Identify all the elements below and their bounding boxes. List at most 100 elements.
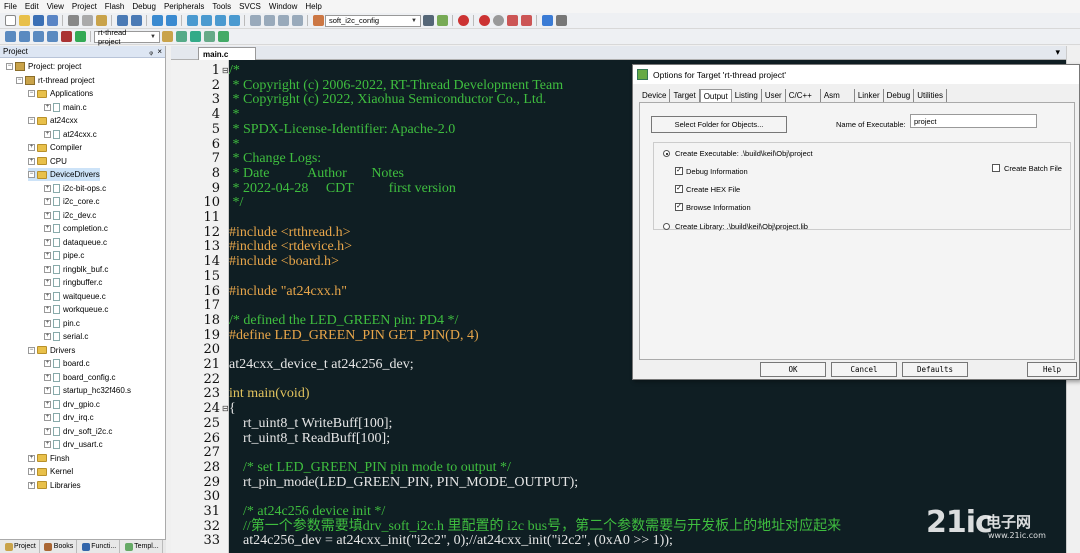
collapse-icon[interactable]: −	[28, 90, 35, 97]
menu-flash[interactable]: Flash	[101, 2, 129, 11]
expand-icon[interactable]: +	[44, 103, 51, 111]
expand-icon[interactable]: +	[28, 144, 35, 151]
code-line[interactable]: int main(void)	[229, 387, 310, 402]
code-line[interactable]: * Copyright (c) 2006-2022, RT-Thread Dev…	[229, 78, 564, 94]
expand-icon[interactable]: +	[28, 157, 35, 165]
tree-file-item[interactable]: + dataqueue.c	[44, 236, 107, 249]
tab-target[interactable]: Target	[670, 89, 700, 102]
tree-file-item[interactable]: + waitqueue.c	[44, 290, 106, 303]
tab-asm[interactable]: Asm	[821, 89, 855, 102]
window-layout-icon[interactable]	[541, 15, 553, 26]
expand-icon[interactable]: +	[44, 360, 51, 367]
tree-file-item[interactable]: + drv_gpio.c	[44, 398, 100, 411]
menu-svcs[interactable]: SVCS	[235, 2, 265, 11]
rebuild-icon[interactable]	[32, 31, 44, 42]
code-line[interactable]: *	[229, 137, 240, 153]
tab-templates[interactable]: Templ...	[120, 540, 163, 553]
tree-file-item[interactable]: + serial.c	[44, 330, 88, 343]
code-line[interactable]: rt_uint8_t ReadBuff[100];	[229, 431, 390, 447]
collapse-icon[interactable]: −	[28, 346, 35, 354]
create-library-radio[interactable]	[663, 223, 670, 230]
pack-installer-icon[interactable]	[203, 31, 215, 42]
tree-file-item[interactable]: + ringblk_buf.c	[44, 263, 108, 276]
code-line[interactable]: #define LED_GREEN_PIN GET_PIN(D, 4)	[229, 328, 479, 344]
menu-file[interactable]: File	[0, 2, 21, 11]
target-combo[interactable]: soft_i2c_config ▼	[325, 14, 421, 27]
tree-file-item[interactable]: + pipe.c	[44, 249, 84, 262]
collapse-icon[interactable]: −	[16, 76, 23, 84]
create-batch-checkbox[interactable]	[992, 164, 1000, 172]
cancel-button[interactable]: Cancel	[831, 362, 897, 377]
indent-icon[interactable]	[249, 15, 261, 26]
cut-icon[interactable]	[67, 15, 79, 26]
menu-window[interactable]: Window	[265, 2, 301, 11]
menu-tools[interactable]: Tools	[208, 2, 235, 11]
code-line[interactable]: at24cxx_device_t at24c256_dev;	[229, 357, 414, 373]
code-line[interactable]: #include <rtdevice.h>	[229, 240, 352, 255]
code-line[interactable]: *	[229, 107, 240, 123]
breakpoint-disable-icon[interactable]	[492, 15, 504, 26]
browse-info-checkbox[interactable]: ✓	[675, 203, 683, 211]
menu-help[interactable]: Help	[301, 2, 325, 11]
expand-icon[interactable]: +	[44, 130, 51, 138]
expand-icon[interactable]: +	[28, 454, 35, 462]
debug-start-icon[interactable]	[457, 15, 469, 26]
tab-c-cpp[interactable]: C/C++	[786, 89, 821, 102]
copy-icon[interactable]	[81, 15, 93, 26]
bookmark-clear-icon[interactable]	[228, 15, 240, 26]
code-line[interactable]: //第一个参数需要填drv_soft_i2c.h 里配置的 i2c bus号，第…	[229, 519, 841, 535]
expand-icon[interactable]: +	[44, 400, 51, 408]
expand-icon[interactable]: +	[28, 468, 35, 475]
breakpoint-clear-icon[interactable]	[506, 15, 518, 26]
tree-file-item[interactable]: + i2c-bit-ops.c	[44, 182, 106, 195]
fold-icon[interactable]: ⊟	[222, 66, 229, 75]
expand-icon[interactable]: +	[44, 427, 51, 435]
bookmark-icon[interactable]	[186, 15, 198, 26]
expand-icon[interactable]: +	[28, 481, 35, 489]
expand-icon[interactable]: +	[44, 292, 51, 300]
menu-edit[interactable]: Edit	[21, 2, 43, 11]
code-line[interactable]: rt_pin_mode(LED_GREEN_PIN, PIN_MODE_OUTP…	[229, 475, 578, 491]
expand-icon[interactable]: +	[44, 265, 51, 273]
incremental-find-icon[interactable]	[436, 15, 448, 26]
tree-file-item[interactable]: + drv_soft_i2c.c	[44, 425, 112, 438]
expand-icon[interactable]: +	[44, 184, 51, 192]
find-icon[interactable]	[422, 15, 434, 26]
close-panel-icon[interactable]: ×	[157, 47, 162, 56]
expand-icon[interactable]: +	[44, 441, 51, 448]
comment-icon[interactable]	[277, 15, 289, 26]
tree-folder-item[interactable]: + Kernel	[28, 465, 73, 478]
expand-icon[interactable]: +	[44, 373, 51, 381]
tree-folder-item[interactable]: − Project: project	[6, 60, 81, 73]
manage-components-icon[interactable]	[189, 31, 201, 42]
create-hex-checkbox[interactable]: ✓	[675, 185, 683, 193]
redo-icon[interactable]	[130, 15, 142, 26]
tree-file-item[interactable]: + ringbuffer.c	[44, 276, 102, 289]
help-button[interactable]: Help	[1027, 362, 1077, 377]
tree-folder-item[interactable]: − DeviceDrivers	[28, 168, 100, 181]
expand-icon[interactable]: +	[44, 225, 51, 232]
undo-icon[interactable]	[116, 15, 128, 26]
tab-functions[interactable]: Functi...	[77, 540, 121, 553]
tree-file-item[interactable]: + board.c	[44, 357, 90, 370]
debug-info-checkbox[interactable]: ✓	[675, 167, 683, 175]
open-folder-icon[interactable]	[18, 15, 30, 26]
tree-file-item[interactable]: + drv_usart.c	[44, 438, 103, 451]
tree-folder-item[interactable]: − Drivers	[28, 344, 75, 357]
tab-listing[interactable]: Listing	[732, 89, 762, 102]
fold-icon[interactable]: ⊟	[222, 404, 229, 413]
tree-file-item[interactable]: + completion.c	[44, 222, 108, 235]
translate-icon[interactable]	[4, 31, 16, 42]
tree-folder-item[interactable]: − rt-thread project	[16, 74, 94, 87]
breakpoint-icon[interactable]	[478, 15, 490, 26]
code-line[interactable]: #include "at24cxx.h"	[229, 284, 347, 300]
code-line[interactable]: */	[229, 196, 244, 211]
tree-folder-item[interactable]: + Libraries	[28, 479, 81, 492]
code-line[interactable]: #include <rtthread.h>	[229, 225, 351, 241]
stop-build-icon[interactable]	[60, 31, 72, 42]
find-files-icon[interactable]	[312, 15, 324, 26]
save-icon[interactable]	[32, 15, 44, 26]
expand-icon[interactable]: +	[44, 306, 51, 313]
code-line[interactable]: * Date Author Notes	[229, 166, 404, 182]
tree-folder-item[interactable]: − at24cxx	[28, 114, 78, 127]
